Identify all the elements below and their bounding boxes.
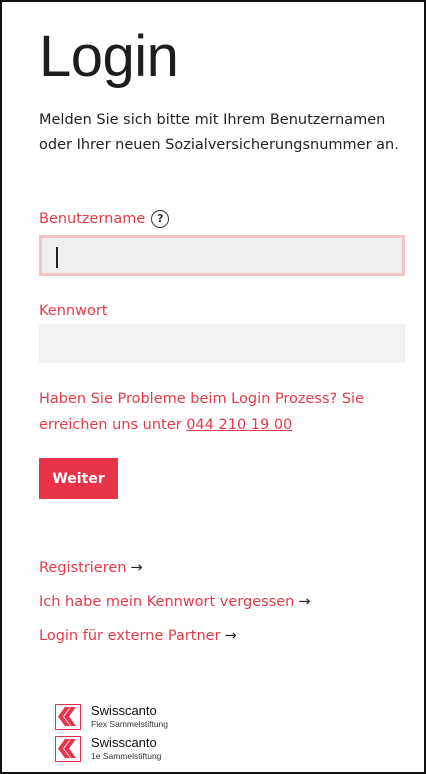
- intro-text: Melden Sie sich bitte mit Ihrem Benutzer…: [39, 112, 399, 153]
- logo-name: Swisscanto: [91, 735, 157, 750]
- logo-name: Swisscanto: [91, 703, 157, 718]
- login-panel: Login Melden Sie sich bitte mit Ihrem Be…: [0, 0, 426, 774]
- arrow-right-icon: →: [224, 628, 237, 644]
- swisscanto-logo-icon: [55, 736, 81, 762]
- page-title: Login: [39, 24, 179, 89]
- text-caret: [56, 247, 58, 268]
- swisscanto-1e-logo: Swisscanto 1e Sammelstiftung: [55, 735, 215, 764]
- login-help-text: Haben Sie Probleme beim Login Prozess? S…: [39, 386, 409, 438]
- support-phone-link[interactable]: 044 210 19 00: [186, 417, 292, 433]
- logo-subtitle: Flex Sammelstiftung: [91, 719, 168, 729]
- arrow-right-icon: →: [298, 594, 311, 610]
- username-input[interactable]: [39, 235, 405, 276]
- logo-subtitle: 1e Sammelstiftung: [91, 751, 162, 761]
- external-partner-link-label: Login für externe Partner: [39, 628, 221, 644]
- arrow-right-icon: →: [130, 560, 143, 576]
- swisscanto-logo-icon: [55, 704, 81, 730]
- password-input[interactable]: [39, 324, 405, 363]
- submit-button[interactable]: Weiter: [39, 458, 118, 499]
- forgot-password-link-label: Ich habe mein Kennwort vergessen: [39, 594, 295, 610]
- register-link[interactable]: Registrieren →: [39, 560, 143, 576]
- username-label: Benutzername?: [39, 210, 170, 228]
- swisscanto-flex-logo: Swisscanto Flex Sammelstiftung: [55, 703, 215, 732]
- question-circle-icon[interactable]: ?: [151, 210, 170, 228]
- password-label: Kennwort: [39, 303, 108, 319]
- external-partner-link[interactable]: Login für externe Partner →: [39, 628, 237, 644]
- username-label-text: Benutzername: [39, 211, 146, 227]
- forgot-password-link[interactable]: Ich habe mein Kennwort vergessen →: [39, 594, 311, 610]
- register-link-label: Registrieren: [39, 560, 127, 576]
